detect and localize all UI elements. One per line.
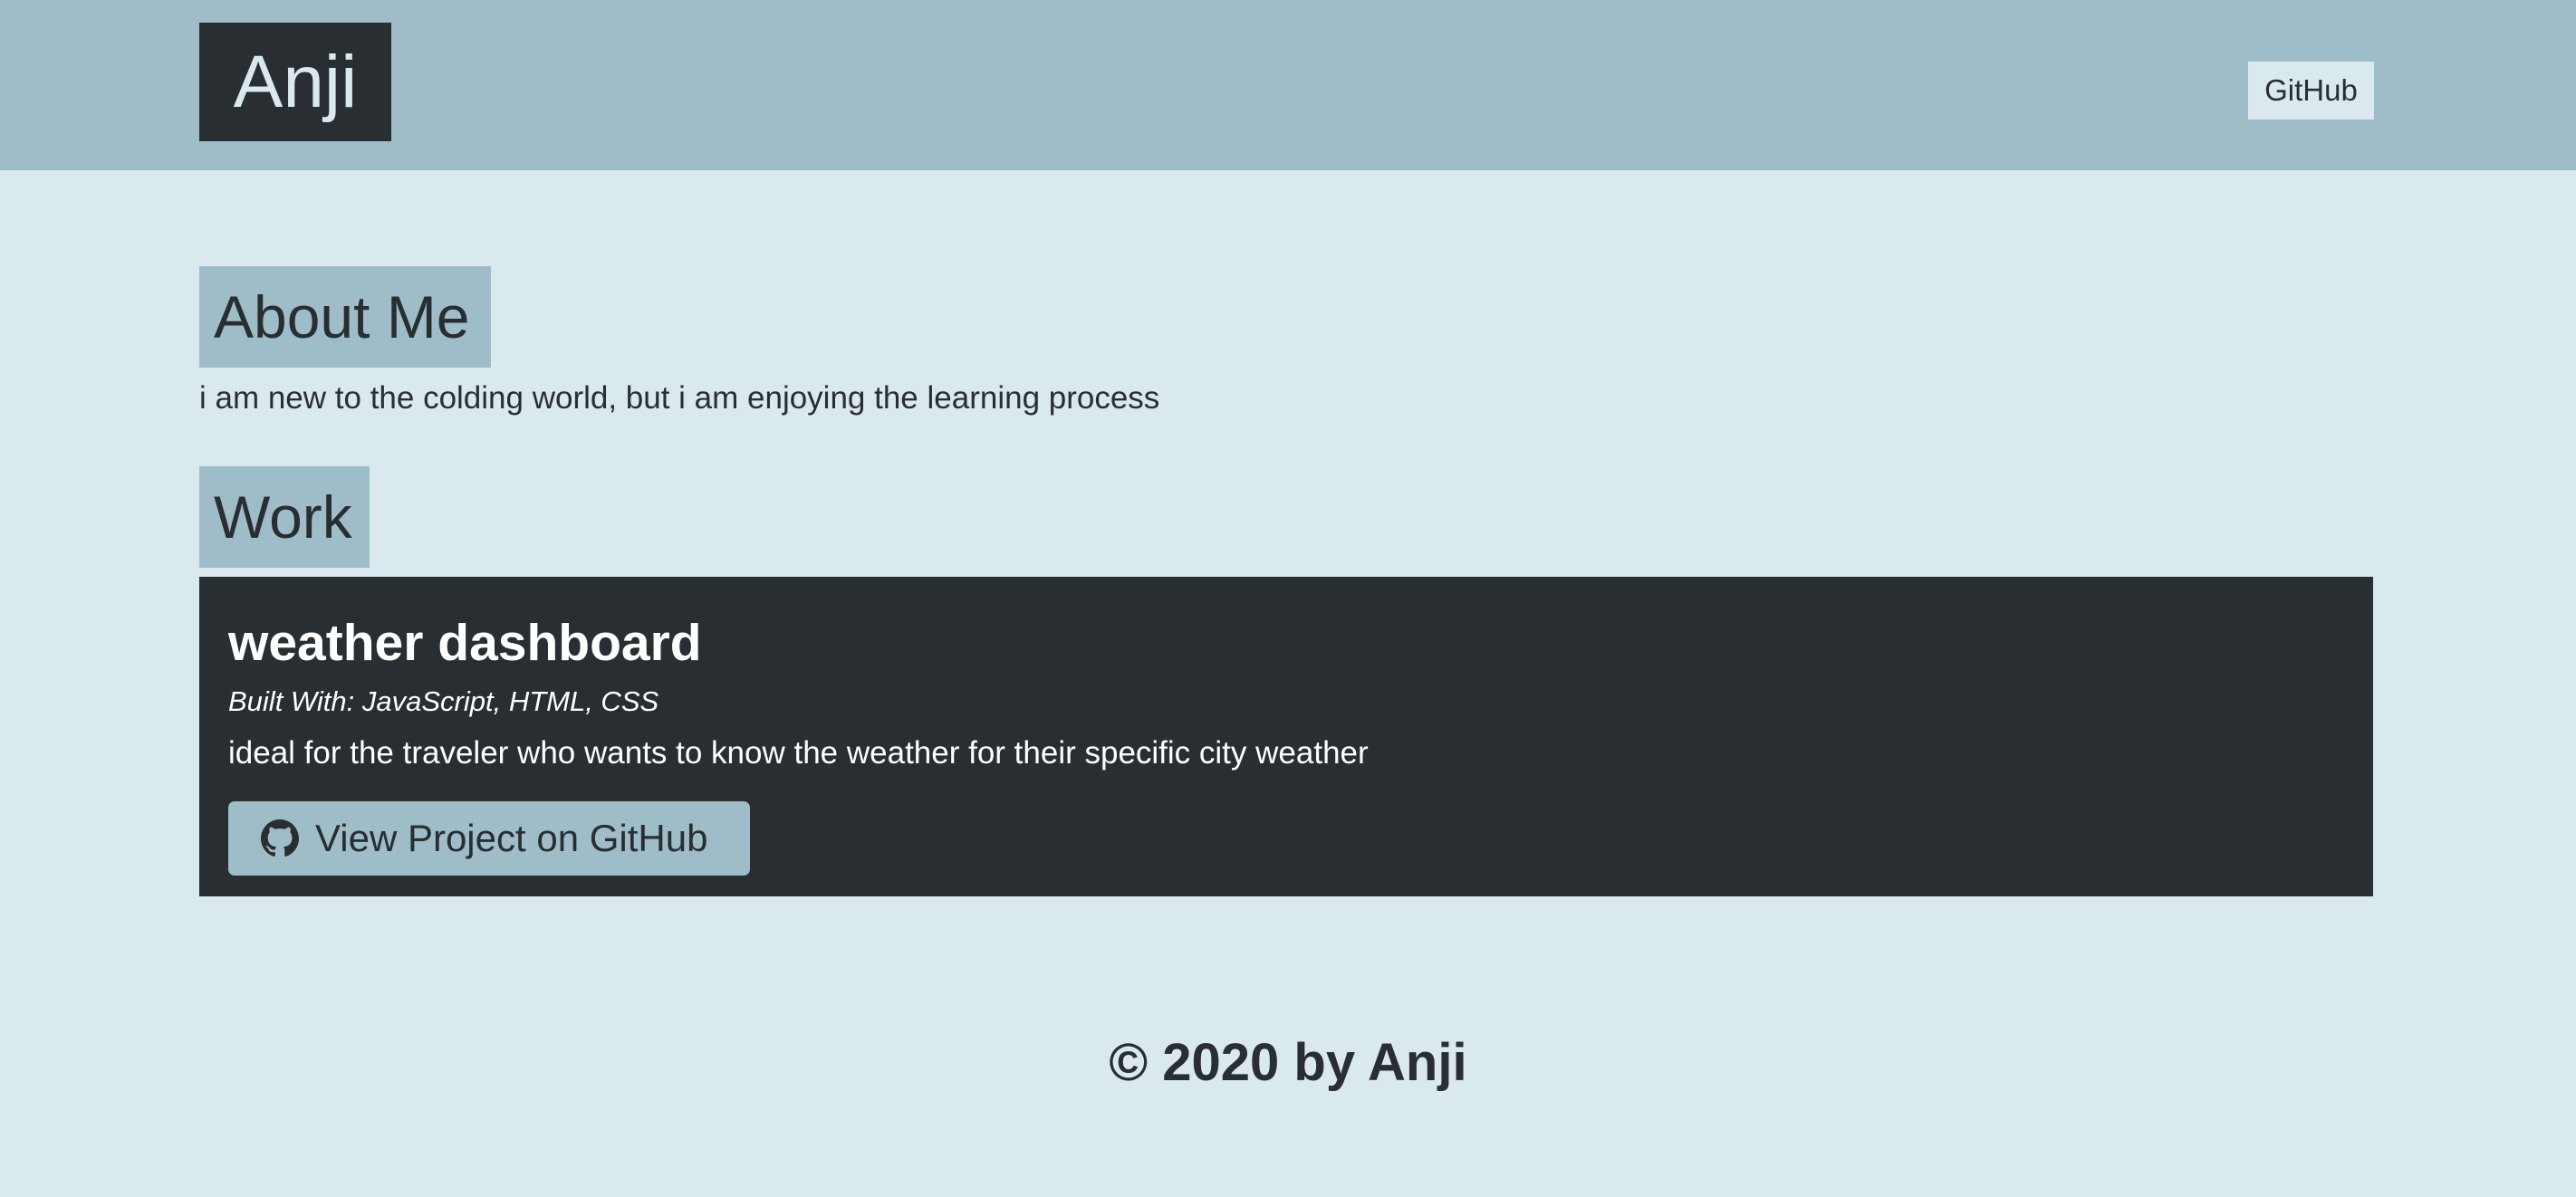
project-built-with: Built With: JavaScript, HTML, CSS xyxy=(228,685,659,717)
view-project-button[interactable]: View Project on GitHub xyxy=(228,801,750,876)
view-project-label: View Project on GitHub xyxy=(315,817,708,859)
site-logo[interactable]: Anji xyxy=(199,23,391,141)
nav-github-link[interactable]: GitHub xyxy=(2248,62,2374,120)
project-card: weather dashboard Built With: JavaScript… xyxy=(199,577,2373,896)
project-description: ideal for the traveler who wants to know… xyxy=(228,735,1369,771)
github-icon xyxy=(261,819,299,857)
about-heading: About Me xyxy=(199,266,491,368)
site-header: Anji GitHub xyxy=(0,0,2576,170)
work-heading: Work xyxy=(199,466,370,568)
project-title: weather dashboard xyxy=(228,614,702,672)
footer-copyright: © 2020 by Anji xyxy=(1109,1033,1467,1092)
about-text: i am new to the colding world, but i am … xyxy=(199,380,1160,416)
